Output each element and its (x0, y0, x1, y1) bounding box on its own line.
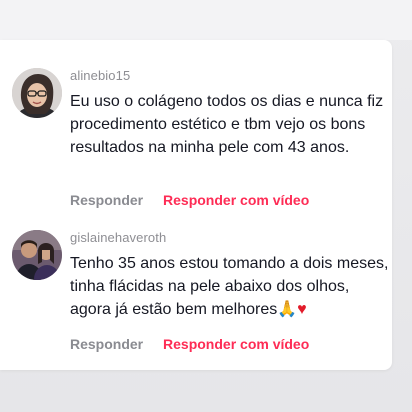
avatar[interactable] (12, 68, 62, 118)
comment-actions: Responder Responder com vídeo (70, 336, 309, 352)
comments-card: alinebio15 Eu uso o colágeno todos os di… (0, 40, 392, 370)
comment-actions: Responder Responder com vídeo (70, 192, 309, 208)
comment-username[interactable]: alinebio15 (70, 68, 130, 83)
folded-hands-emoji-icon: 🙏 (277, 301, 298, 318)
comment-text-body: Tenho 35 anos estou tomando a dois meses… (70, 255, 389, 318)
avatar[interactable] (12, 230, 62, 280)
comment-text: Tenho 35 anos estou tomando a dois meses… (70, 252, 390, 321)
reply-button[interactable]: Responder (70, 192, 143, 208)
reply-with-video-button[interactable]: Responder com vídeo (163, 336, 309, 352)
profile-photo-icon (12, 230, 62, 280)
red-heart-emoji-icon: ♥ (297, 301, 307, 318)
comment-username[interactable]: gislainehaveroth (70, 230, 166, 245)
background-top (0, 0, 412, 40)
reply-with-video-button[interactable]: Responder com vídeo (163, 192, 309, 208)
profile-photo-icon (12, 68, 62, 118)
comment-text: Eu uso o colágeno todos os dias e nunca … (70, 93, 384, 156)
reply-button[interactable]: Responder (70, 336, 143, 352)
